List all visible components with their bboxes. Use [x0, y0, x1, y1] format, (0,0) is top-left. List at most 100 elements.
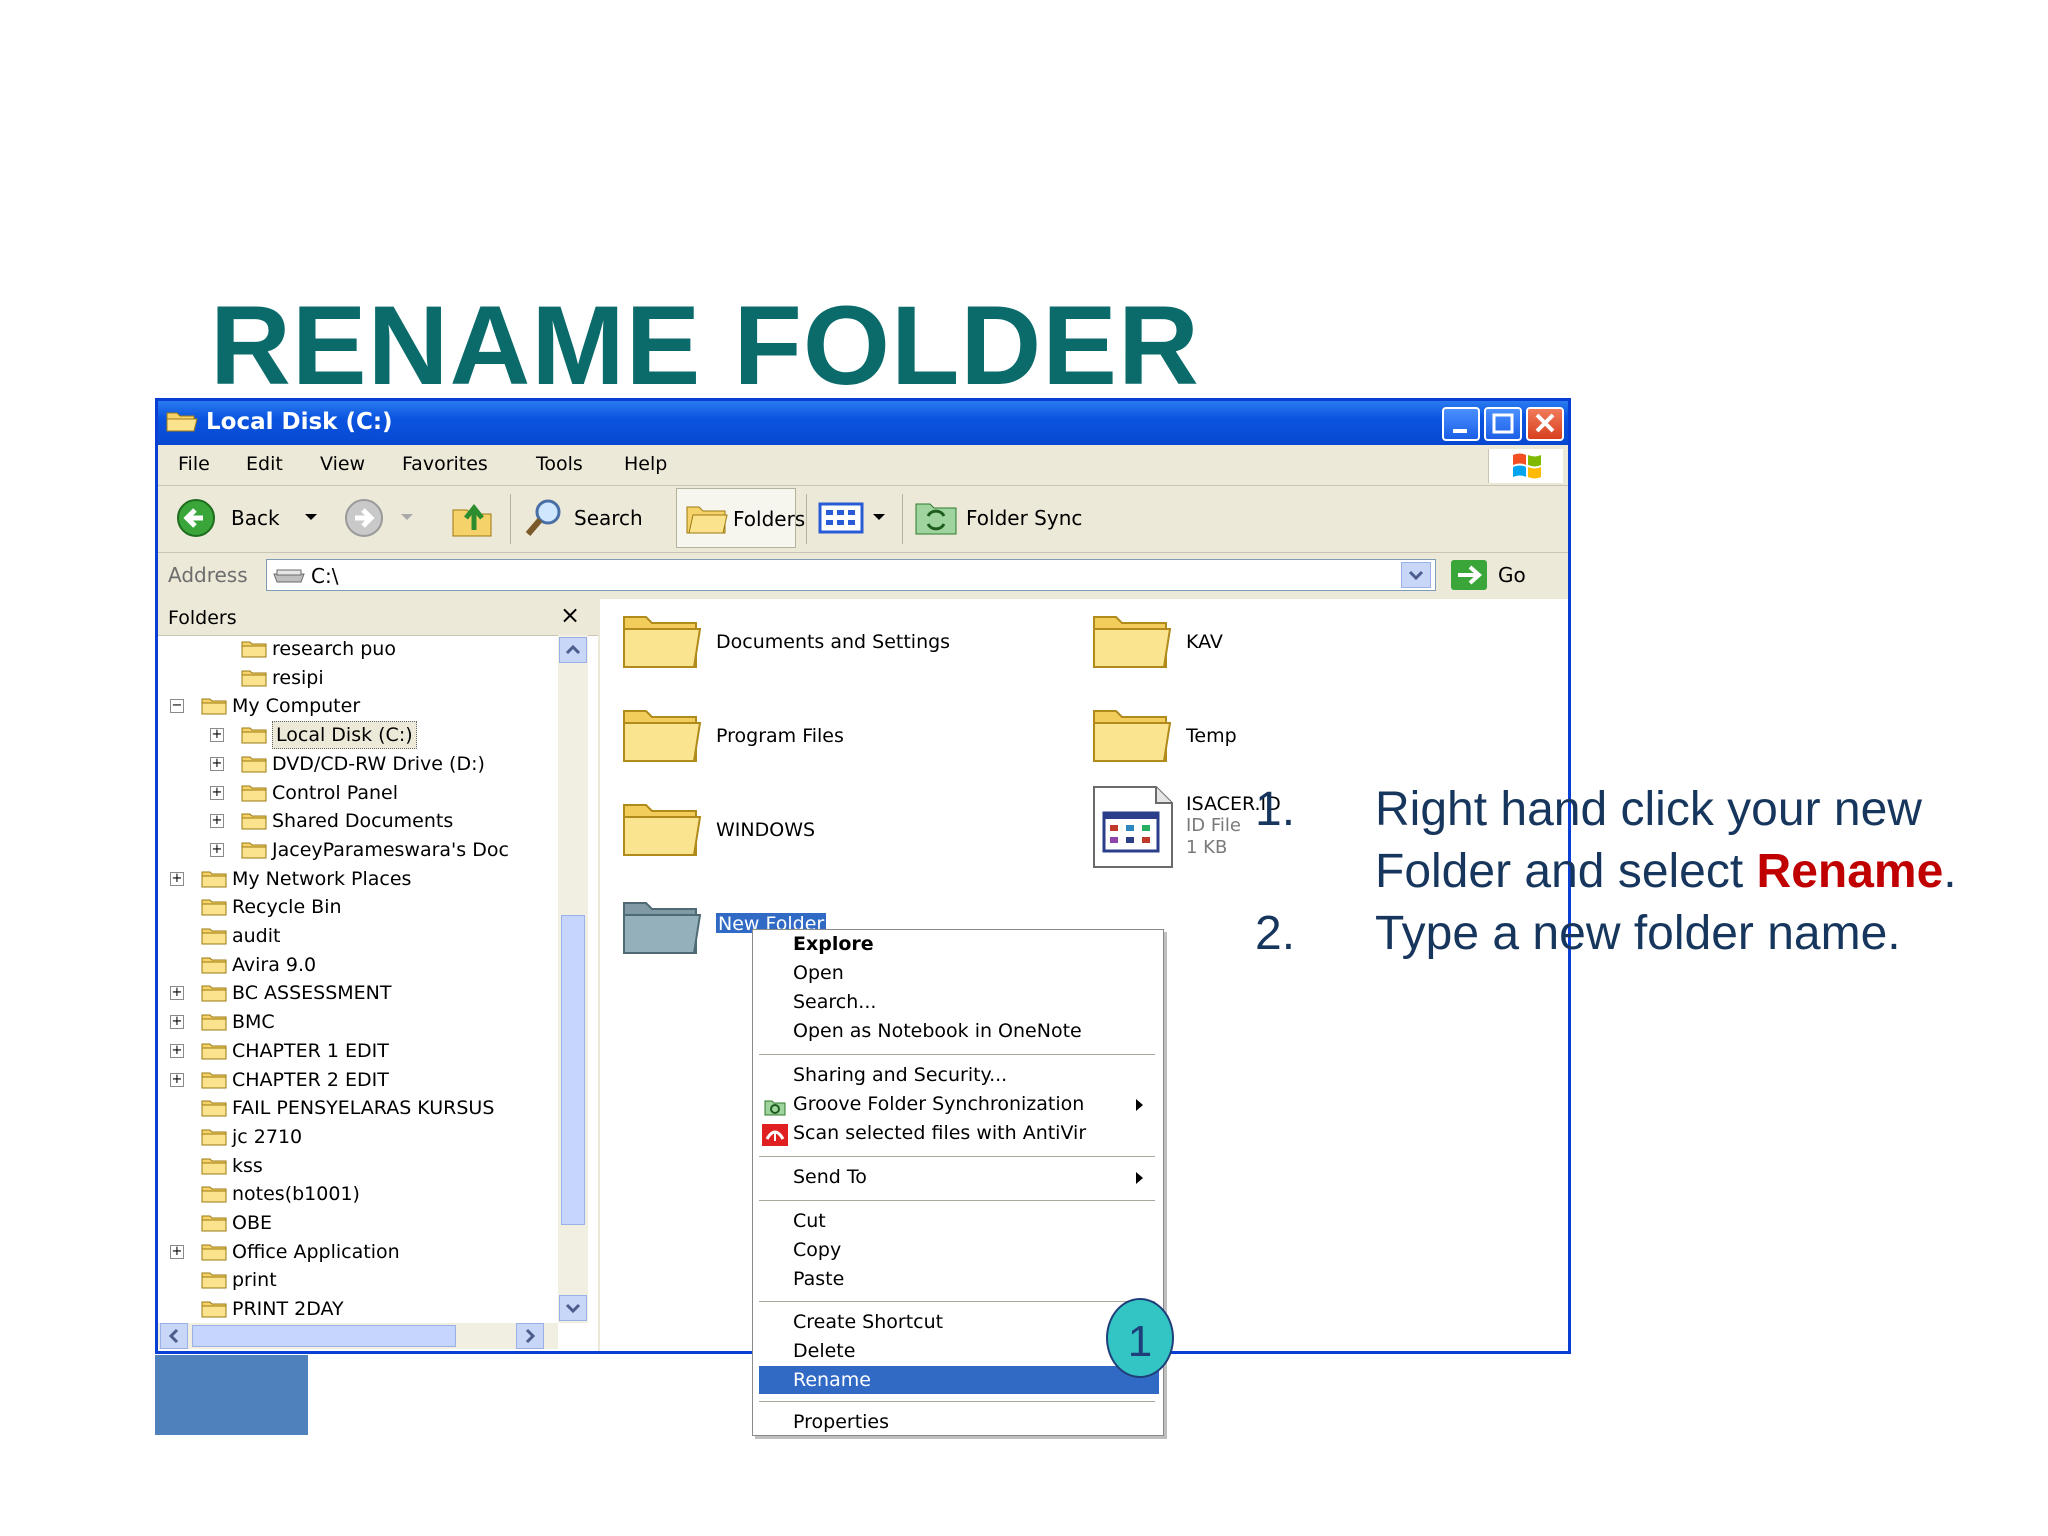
tree-item[interactable]: notes(b1001) [158, 1180, 558, 1208]
file-size: 1 KB [1186, 837, 1228, 858]
folder-tree-vertical-scrollbar[interactable] [558, 635, 588, 1323]
expand-icon[interactable]: + [210, 728, 224, 743]
tree-item[interactable]: + My Network Places [158, 865, 558, 893]
folder-item[interactable]: KAV [1070, 599, 1310, 679]
menu-favorites[interactable]: Favorites [402, 453, 488, 475]
address-input[interactable]: C:\ [266, 559, 1436, 591]
expand-icon[interactable]: + [170, 1043, 184, 1058]
menu-item-delete[interactable]: Delete [793, 1337, 855, 1365]
scroll-thumb[interactable] [561, 915, 585, 1225]
scroll-thumb[interactable] [192, 1325, 456, 1347]
tree-item-label: CHAPTER 1 EDIT [232, 1039, 389, 1062]
tree-item[interactable]: + CHAPTER 2 EDIT [158, 1066, 558, 1094]
folder-icon [623, 902, 702, 954]
menu-item-sharing-security[interactable]: Sharing and Security... [793, 1061, 1007, 1089]
expand-icon[interactable]: + [210, 814, 224, 829]
tree-item[interactable]: research puo [158, 635, 558, 663]
scroll-down-button[interactable] [559, 1295, 587, 1321]
tree-item[interactable]: + Shared Documents [158, 807, 558, 835]
folder-item[interactable]: Temp [1070, 693, 1310, 773]
folder-tree-horizontal-scrollbar[interactable] [158, 1323, 558, 1349]
folders-button[interactable]: Folders [676, 488, 805, 548]
tree-item[interactable]: Avira 9.0 [158, 951, 558, 979]
go-button[interactable]: Go [1450, 559, 1540, 593]
maximize-icon [1492, 413, 1514, 434]
expand-icon[interactable]: + [170, 1072, 184, 1087]
tree-item[interactable]: + CHAPTER 1 EDIT [158, 1037, 558, 1065]
tree-item[interactable]: resipi [158, 664, 558, 692]
scroll-up-button[interactable] [559, 637, 587, 663]
tree-item[interactable]: jc 2710 [158, 1123, 558, 1151]
scroll-right-button[interactable] [516, 1323, 544, 1349]
tree-item[interactable]: + BC ASSESSMENT [158, 979, 558, 1007]
expand-icon[interactable]: + [170, 1244, 184, 1259]
expand-icon[interactable]: + [170, 871, 184, 886]
menu-item-groove-sync[interactable]: Groove Folder Synchronization [793, 1090, 1084, 1118]
menu-item-properties[interactable]: Properties [793, 1408, 889, 1435]
menu-item-copy[interactable]: Copy [793, 1236, 841, 1264]
windows-flag-icon [1513, 453, 1541, 479]
menu-item-create-shortcut[interactable]: Create Shortcut [793, 1308, 943, 1336]
menu-item-explore[interactable]: Explore [793, 930, 874, 958]
views-button[interactable] [818, 498, 892, 538]
maximize-button[interactable] [1484, 407, 1522, 441]
tree-item[interactable]: PRINT 2DAY [158, 1295, 558, 1323]
menu-help[interactable]: Help [624, 453, 667, 475]
up-folder-icon[interactable] [450, 496, 494, 540]
forward-arrow-icon [345, 499, 383, 537]
menu-item-send-to[interactable]: Send To [793, 1163, 867, 1191]
menu-item-antivir-scan[interactable]: Scan selected files with AntiVir [793, 1119, 1086, 1147]
forward-button[interactable] [344, 496, 434, 540]
menu-item-open[interactable]: Open [793, 959, 844, 987]
step-2-line1: Type a new folder name. [1375, 907, 1901, 960]
step-1-number: 1. [1255, 783, 1296, 836]
menu-view[interactable]: View [320, 453, 365, 475]
menu-file[interactable]: File [178, 453, 210, 475]
minimize-button[interactable] [1442, 407, 1480, 441]
tree-item[interactable]: + JaceyParameswara's Doc [158, 836, 558, 864]
menu-separator [759, 1054, 1155, 1055]
address-dropdown-button[interactable] [1401, 562, 1431, 588]
collapse-icon[interactable]: − [170, 699, 184, 714]
expand-icon[interactable]: + [210, 842, 224, 857]
tree-item[interactable]: − My Computer [158, 692, 558, 720]
back-button[interactable]: Back [176, 496, 326, 540]
title-bar[interactable]: Local Disk (C:) [158, 401, 1568, 445]
expand-icon[interactable]: + [210, 785, 224, 800]
tree-item-label: Control Panel [272, 781, 398, 804]
menu-item-open-onenote[interactable]: Open as Notebook in OneNote [793, 1017, 1082, 1045]
search-button[interactable]: Search [522, 496, 652, 540]
tree-item[interactable]: + BMC [158, 1008, 558, 1036]
menu-edit[interactable]: Edit [246, 453, 283, 475]
folder-label: WINDOWS [716, 819, 816, 841]
folders-pane-close-button[interactable]: × [560, 601, 580, 629]
menu-item-paste[interactable]: Paste [793, 1265, 844, 1293]
file-type: ID File [1186, 815, 1242, 836]
folder-item[interactable]: Documents and Settings [600, 599, 950, 679]
folder-item[interactable]: WINDOWS [600, 787, 930, 867]
menu-item-search[interactable]: Search... [793, 988, 876, 1016]
close-button[interactable] [1526, 407, 1564, 441]
expand-icon[interactable]: + [210, 756, 224, 771]
tree-item[interactable]: + Office Application [158, 1238, 558, 1266]
folder-item[interactable]: Program Files [600, 693, 930, 773]
tree-item[interactable]: FAIL PENSYELARAS KURSUS [158, 1094, 558, 1122]
folders-label: Folders [733, 507, 806, 531]
expand-icon[interactable]: + [170, 986, 184, 1001]
folder-sync-button[interactable]: Folder Sync [914, 496, 1114, 540]
scroll-left-button[interactable] [160, 1323, 188, 1349]
tree-item[interactable]: kss [158, 1152, 558, 1180]
tree-item[interactable]: + Local Disk (C:) [158, 721, 558, 750]
menu-bar: File Edit View Favorites Tools Help [158, 445, 1568, 486]
menu-item-cut[interactable]: Cut [793, 1207, 826, 1235]
tree-item[interactable]: + DVD/CD-RW Drive (D:) [158, 750, 558, 778]
tree-item[interactable]: audit [158, 922, 558, 950]
expand-icon[interactable]: + [170, 1015, 184, 1030]
tree-item[interactable]: OBE [158, 1209, 558, 1237]
tree-item[interactable]: + Control Panel [158, 779, 558, 807]
menu-tools[interactable]: Tools [536, 453, 583, 475]
folder-icon [201, 698, 227, 715]
tree-item[interactable]: print [158, 1266, 558, 1294]
tree-item[interactable]: Recycle Bin [158, 893, 558, 921]
menu-item-rename[interactable]: Rename [793, 1366, 871, 1394]
